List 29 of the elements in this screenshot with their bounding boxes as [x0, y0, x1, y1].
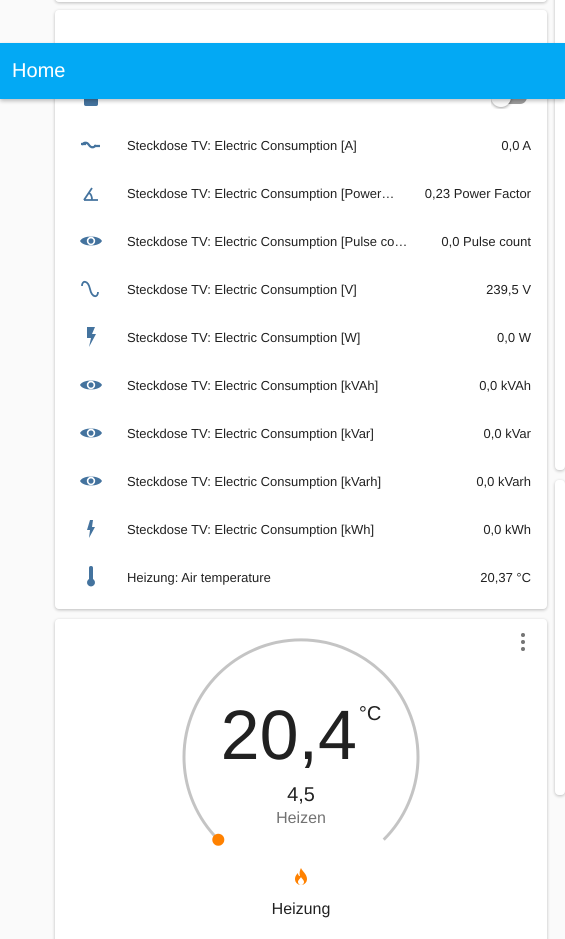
- entity-value: 0,0 A: [501, 138, 531, 152]
- entity-name: Steckdose TV: Electric Consumption [kVAh]: [127, 378, 380, 392]
- entity-name: Steckdose TV: Electric Consumption [W]: [127, 330, 362, 344]
- entity-value: 20,37 °C: [480, 570, 531, 584]
- entity-name: Steckdose TV: Electric Consumption [kVarh]: [127, 474, 382, 488]
- entity-value: 0,0 kVar: [484, 426, 531, 440]
- entity-value: 239,5 V: [486, 282, 531, 296]
- dial-handle[interactable]: [212, 834, 224, 846]
- hvac-mode: Heizen: [276, 809, 326, 829]
- entity-name: Steckdose TV: Electric Consumption [kWh]: [127, 522, 376, 536]
- entity-name: Steckdose TV: Electric Consumption [Power…: [127, 186, 396, 200]
- socket-icon: [84, 99, 98, 106]
- entity-value: 0,0 Pulse count: [441, 234, 531, 248]
- target-temperature: 4,5: [287, 783, 315, 807]
- entity-name: Heizung: Air temperature: [127, 570, 272, 584]
- entity-name: Steckdose TV: Electric Consumption [A]: [127, 138, 358, 152]
- entity-value: 0,0 kVAh: [479, 378, 531, 392]
- wave-icon: [80, 141, 102, 149]
- temperature-unit: °C: [358, 703, 382, 726]
- entity-value: 0,0 W: [497, 330, 531, 344]
- entity-name: Steckdose TV: Electric Consumption [V]: [127, 282, 358, 296]
- thermostat-name: Heizung: [272, 900, 330, 920]
- app-title: Home: [11, 60, 66, 82]
- entity-name: Steckdose TV: Electric Consumption [Pulse co…: [127, 234, 408, 248]
- entity-value: 0,23 Power Factor: [424, 186, 531, 200]
- entity-name: Steckdose TV: Electric Consumption [kVar]: [127, 426, 375, 440]
- entity-value: 0,0 kWh: [483, 522, 531, 536]
- current-temperature: 20,4: [220, 697, 357, 773]
- entity-value: 0,0 kVarh: [476, 474, 531, 488]
